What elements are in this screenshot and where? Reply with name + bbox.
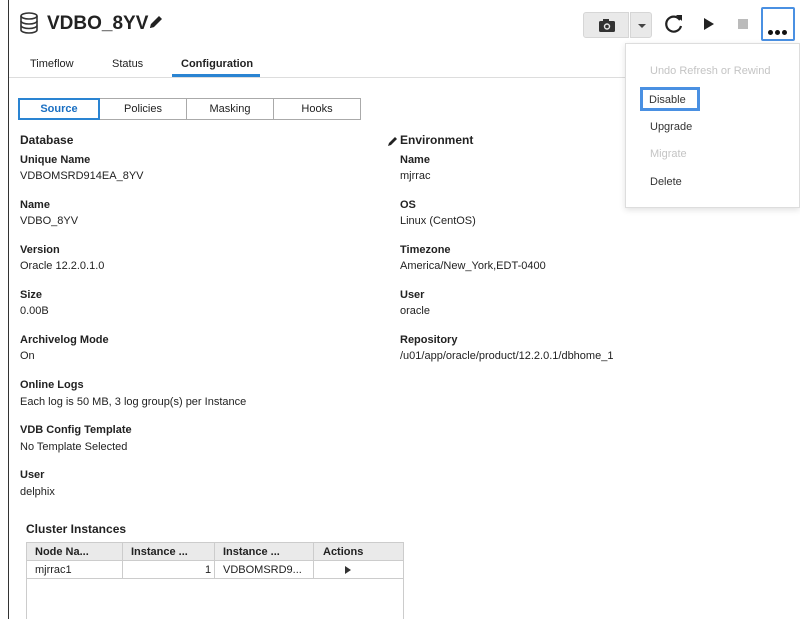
- column-header-instance-number[interactable]: Instance ...: [131, 546, 188, 558]
- field-label: User: [400, 289, 425, 301]
- config-subtabs: Source Policies Masking Hooks: [18, 98, 361, 120]
- subtab-source[interactable]: Source: [18, 98, 100, 120]
- snapshot-dropdown-button[interactable]: [630, 12, 652, 38]
- stop-icon: [738, 19, 748, 29]
- menu-item-migrate: Migrate: [650, 148, 687, 160]
- more-actions-button[interactable]: [761, 7, 795, 41]
- refresh-button[interactable]: [663, 12, 687, 38]
- stop-button[interactable]: [733, 12, 755, 38]
- database-icon: [19, 12, 39, 39]
- field-value: On: [20, 350, 35, 362]
- environment-section-title: Environment: [400, 133, 474, 147]
- cell-instance-number: 1: [205, 564, 212, 576]
- field-value: Oracle 12.2.0.1.0: [20, 260, 105, 272]
- field-value: 0.00B: [20, 305, 49, 317]
- column-header-node[interactable]: Node Na...: [35, 546, 89, 558]
- vdb-page: VDBO_8YV Timeflow Status Configuration S…: [8, 0, 800, 619]
- field-label: Name: [20, 199, 50, 211]
- more-icon: [768, 22, 789, 40]
- field-value: Linux (CentOS): [400, 215, 476, 227]
- field-value: Each log is 50 MB, 3 log group(s) per In…: [20, 396, 247, 408]
- field-value: mjrrac: [400, 170, 431, 182]
- tab-status[interactable]: Status: [112, 58, 143, 70]
- field-label: Version: [20, 244, 60, 256]
- field-label: Unique Name: [20, 154, 91, 166]
- field-label: VDB Config Template: [20, 424, 132, 436]
- field-value: VDBOMSRD914EA_8YV: [20, 170, 144, 182]
- play-icon[interactable]: [345, 566, 351, 574]
- subtab-policies[interactable]: Policies: [99, 98, 187, 120]
- refresh-icon: [665, 15, 683, 33]
- camera-icon: [599, 19, 615, 32]
- field-label: Timezone: [400, 244, 451, 256]
- field-label: Name: [400, 154, 430, 166]
- active-tab-indicator: [172, 74, 260, 77]
- database-section-title: Database: [20, 133, 74, 147]
- field-value: No Template Selected: [20, 441, 128, 453]
- cluster-section-title: Cluster Instances: [26, 522, 127, 536]
- pencil-icon[interactable]: [387, 134, 399, 152]
- field-value: oracle: [400, 305, 430, 317]
- field-label: Size: [20, 289, 43, 301]
- column-header-instance-name[interactable]: Instance ...: [223, 546, 280, 558]
- field-value: VDBO_8YV: [20, 215, 79, 227]
- cell-node: mjrrac1: [35, 564, 72, 576]
- page-header: VDBO_8YV: [9, 0, 800, 46]
- page-title: VDBO_8YV: [47, 13, 149, 34]
- field-label: User: [20, 469, 45, 481]
- field-label: Archivelog Mode: [20, 334, 109, 346]
- column-header-actions: Actions: [323, 546, 364, 558]
- field-value: America/New_York,EDT-0400: [400, 260, 546, 272]
- caret-down-icon: [638, 24, 646, 28]
- table-header: Node Na... Instance ... Instance ... Act…: [27, 543, 403, 561]
- pencil-icon[interactable]: [147, 13, 165, 36]
- more-actions-menu: Undo Refresh or Rewind Disable Upgrade M…: [625, 43, 800, 208]
- field-value: delphix: [20, 486, 55, 498]
- snapshot-button[interactable]: [583, 12, 629, 38]
- field-label: Repository: [400, 334, 458, 346]
- subtab-hooks[interactable]: Hooks: [273, 98, 361, 120]
- field-label: Online Logs: [20, 379, 84, 391]
- field-value: /u01/app/oracle/product/12.2.0.1/dbhome_…: [400, 350, 614, 362]
- table-row[interactable]: mjrrac1 1 VDBOMSRD9...: [27, 561, 403, 579]
- menu-item-disable[interactable]: Disable: [640, 87, 700, 111]
- tab-timeflow[interactable]: Timeflow: [30, 58, 74, 70]
- start-button[interactable]: [699, 12, 721, 38]
- subtab-masking[interactable]: Masking: [186, 98, 274, 120]
- play-icon: [704, 18, 714, 30]
- cluster-instances-table: Node Na... Instance ... Instance ... Act…: [26, 542, 404, 619]
- field-label: OS: [400, 199, 416, 211]
- cell-instance-name: VDBOMSRD9...: [223, 564, 302, 576]
- menu-item-delete[interactable]: Delete: [650, 176, 682, 188]
- tab-configuration[interactable]: Configuration: [181, 58, 253, 70]
- menu-item-undo-refresh: Undo Refresh or Rewind: [650, 65, 771, 77]
- menu-item-upgrade[interactable]: Upgrade: [650, 121, 692, 133]
